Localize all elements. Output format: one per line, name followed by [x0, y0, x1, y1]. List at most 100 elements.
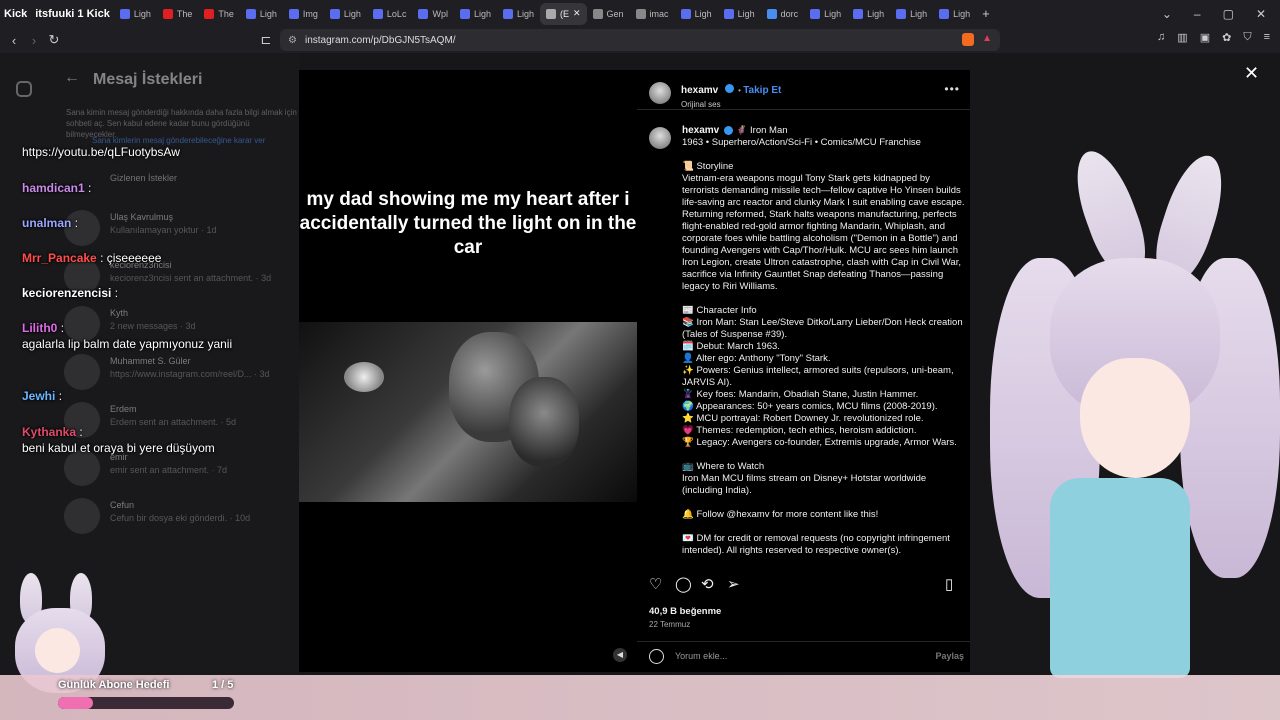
browser-tab[interactable]: Ligh	[718, 3, 761, 25]
privacy-link[interactable]: Sana kimlerin mesaj gönderebileceğine ka…	[92, 136, 265, 145]
like-count[interactable]: 40,9 B beğenme	[649, 606, 721, 617]
extensions-icon[interactable]: ✿	[1222, 31, 1231, 44]
message-preview: emir sent an attachment. · 7d	[110, 465, 228, 475]
browser-tab[interactable]: Wpl	[412, 3, 454, 25]
browser-tab[interactable]: The	[198, 3, 240, 25]
browser-tab[interactable]: Img	[283, 3, 324, 25]
message-request-row[interactable]: Muhammet S. Güler https://www.instagram.c…	[64, 354, 294, 394]
sidebar-icon[interactable]: ▥	[1177, 31, 1187, 44]
page-icon	[896, 8, 907, 19]
browser-tab[interactable]: Ligh	[497, 3, 540, 25]
goal-label: Günlük Abone Hedefi	[58, 679, 170, 691]
close-window-button[interactable]: ✕	[1256, 7, 1266, 21]
caption-author[interactable]: hexamv	[682, 125, 719, 136]
browser-tab[interactable]: imac	[630, 3, 675, 25]
page-icon	[329, 8, 340, 19]
repost-icon[interactable]: ⟲	[701, 575, 714, 593]
follow-button[interactable]: Takip Et	[743, 85, 781, 96]
browser-tab[interactable]: LoLc	[367, 3, 413, 25]
reload-icon[interactable]: ↻	[44, 32, 64, 48]
mute-icon[interactable]: ◀	[613, 648, 627, 662]
youtube-icon	[204, 8, 215, 19]
browser-tab[interactable]: Ligh	[240, 3, 283, 25]
maximize-button[interactable]: ▢	[1223, 7, 1234, 21]
chat-text: :	[114, 286, 119, 300]
face-shape	[35, 628, 80, 673]
rewards-icon[interactable]: ▲	[982, 33, 992, 44]
browser-tab[interactable]: Ligh	[324, 3, 367, 25]
browser-tab[interactable]: Ligh	[933, 3, 976, 25]
forward-icon[interactable]: ›	[24, 33, 44, 48]
chat-username: Jewhi	[22, 389, 56, 403]
message-request-row[interactable]: Cefun Cefun bir dosya eki gönderdi. · 10d	[64, 498, 294, 538]
chat-message: agalarla lip balm date yapmıyonuz yanii	[22, 337, 282, 351]
post-comment-button[interactable]: Paylaş	[935, 651, 964, 661]
post-date: 22 Temmuz	[649, 620, 691, 629]
back-arrow-icon[interactable]: ←	[64, 69, 80, 87]
browser-tab[interactable]: Ligh	[890, 3, 933, 25]
instagram-icon[interactable]	[16, 81, 32, 97]
kick-prefix: Kick	[4, 7, 28, 20]
meme-caption: my dad showing me my heart after i accid…	[299, 189, 637, 258]
brave-shield-icon[interactable]	[962, 33, 974, 46]
tab-label: Ligh	[259, 8, 277, 19]
close-icon[interactable]: ✕	[1244, 63, 1259, 84]
browser-tab[interactable]: Ligh	[114, 3, 157, 25]
vpn-icon[interactable]: ⛉	[1243, 31, 1251, 44]
toolbar-icons: ♫ ▥ ▣ ✿ ⛉ ≡	[1157, 31, 1270, 44]
chat-message: Lilith0 :	[22, 321, 282, 335]
more-options-icon[interactable]: •••	[944, 82, 960, 96]
address-bar[interactable]: ⚙ instagram.com/p/DbGJN5TsAQM/ ▲	[280, 29, 1000, 51]
browser-tab[interactable]: dorc	[761, 3, 805, 25]
new-tab-button[interactable]: +	[976, 3, 996, 25]
author-avatar[interactable]	[649, 82, 671, 104]
message-request-row[interactable]: emir emir sent an attachment. · 7d	[64, 450, 294, 490]
back-icon[interactable]: ‹	[4, 33, 24, 48]
share-icon[interactable]: ➢	[727, 575, 740, 593]
audio-label[interactable]: Orijinal ses	[681, 100, 781, 109]
superhero-icon: 🦸	[735, 125, 748, 136]
music-icon[interactable]: ♫	[1157, 31, 1165, 44]
chat-text: :	[74, 216, 79, 230]
save-icon[interactable]: ▯	[945, 575, 953, 593]
browser-tab[interactable]: Gen	[587, 3, 630, 25]
author-name[interactable]: hexamv	[681, 85, 718, 96]
browser-tab[interactable]: Ligh	[804, 3, 847, 25]
caption-title: Iron Man	[750, 125, 788, 136]
page-icon	[853, 8, 864, 19]
tab-label: The	[176, 8, 193, 19]
tab-label: imac	[649, 8, 669, 19]
site-info-icon[interactable]: ⚙	[288, 35, 297, 46]
browser-tab[interactable]: Ligh	[675, 3, 718, 25]
browser-tab[interactable]: The	[157, 3, 199, 25]
close-tab-icon[interactable]: ✕	[573, 8, 581, 19]
page-icon	[372, 8, 383, 19]
post-modal: my dad showing me my heart after i accid…	[299, 70, 970, 672]
post-media[interactable]: my dad showing me my heart after i accid…	[299, 70, 637, 672]
chat-username: Mrr_Pancake	[22, 251, 97, 265]
browser-tab[interactable]: Ligh	[454, 3, 497, 25]
tab-label: dorc	[780, 8, 799, 19]
wallet-icon[interactable]: ▣	[1200, 31, 1210, 44]
menu-icon[interactable]: ≡	[1264, 31, 1270, 44]
comment-icon[interactable]: ◯	[675, 575, 692, 593]
tab-label: Ligh	[737, 8, 755, 19]
browser-tab-bar: Kick itsfuuki 1 Kick Ligh The The Ligh Img Li…	[0, 0, 1280, 27]
window-controls: ⌄ – ▢ ✕	[1162, 7, 1280, 21]
chat-text: : çiseeeeee	[100, 251, 162, 265]
caption-subtitle: 1963 • Superhero/Action/Sci-Fi • Comics/…	[682, 137, 921, 148]
minimize-button[interactable]: –	[1194, 7, 1201, 21]
browser-tab[interactable]: (E ✕	[539, 2, 587, 25]
page-icon	[288, 8, 299, 19]
chat-username: Kythanka	[22, 425, 77, 439]
emoji-icon[interactable]	[649, 649, 664, 664]
comment-input[interactable]: Yorum ekle...	[675, 651, 727, 661]
like-icon[interactable]: ♡	[649, 575, 662, 593]
page-icon	[723, 8, 734, 19]
tab-search-icon[interactable]: ⌄	[1162, 7, 1172, 21]
chat-message: unalman :	[22, 216, 282, 230]
bookmark-icon[interactable]: ⊏	[256, 32, 276, 48]
page-icon	[119, 8, 130, 19]
page-icon	[810, 8, 821, 19]
browser-tab[interactable]: Ligh	[847, 3, 890, 25]
